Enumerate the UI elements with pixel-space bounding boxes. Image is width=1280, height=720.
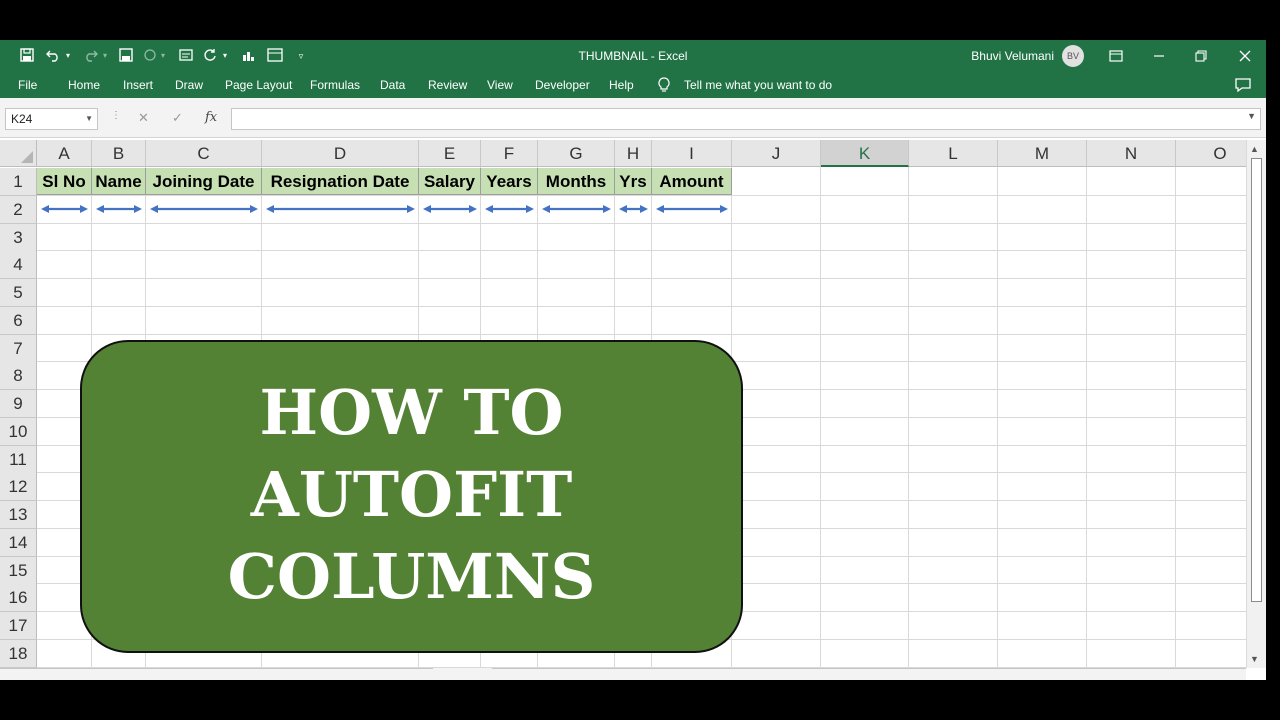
scroll-down-icon[interactable]: ▼ (1250, 654, 1259, 664)
horizontal-scrollbar[interactable] (492, 668, 1246, 674)
excel-window: ▾ ▾ ▾ ▾ ▿ THUMBNAIL - Excel Bhuvi Veluma… (0, 40, 1266, 680)
ribbon-tabs: File Home Insert Draw Page Layout Formul… (0, 72, 1266, 98)
row-header-5[interactable]: 5 (0, 279, 37, 307)
vertical-scrollbar[interactable]: ▲ ▼ (1246, 140, 1266, 668)
banner-line: COLUMNS (227, 540, 596, 613)
tab-draw[interactable]: Draw (175, 78, 203, 92)
tab-insert[interactable]: Insert (123, 78, 153, 92)
row-header-6[interactable]: 6 (0, 306, 37, 335)
double-arrow-icon (96, 205, 142, 213)
double-arrow-icon (485, 205, 534, 213)
double-arrow-icon (150, 205, 258, 213)
double-arrow-icon (656, 205, 728, 213)
formula-bar-grip-icon: ⋮ (111, 110, 121, 121)
banner-line: AUTOFIT (250, 458, 573, 531)
worksheet-grid[interactable]: ABCDEFGHIJKLMNO 1 2 3 4 5 6 7 8 9 10 11 12 13 14 15 16 1… (0, 140, 1246, 668)
comment-icon[interactable] (1234, 77, 1252, 93)
title-banner: HOW TO AUTOFIT COLUMNS (80, 340, 743, 653)
chevron-down-icon[interactable]: ▼ (85, 109, 93, 129)
tab-developer[interactable]: Developer (535, 78, 590, 92)
tab-file[interactable]: File (18, 78, 37, 92)
row-header-18[interactable]: 18 (0, 639, 37, 668)
double-arrow-icon (41, 205, 88, 213)
ribbon-display-options-icon[interactable] (1101, 44, 1131, 68)
insert-function-button[interactable]: fx (205, 110, 217, 125)
sheet-tabs-area[interactable] (0, 668, 433, 672)
row-header-11[interactable]: 11 (0, 445, 37, 474)
formula-input[interactable]: ▼ (231, 108, 1261, 130)
row-gridline (37, 278, 1246, 279)
row-gridline (37, 333, 1246, 335)
column-gridline (1086, 167, 1087, 668)
row-header-8[interactable]: 8 (0, 362, 37, 391)
column-gridline (820, 167, 821, 668)
banner-line: HOW TO (259, 376, 564, 449)
row-header-15[interactable]: 15 (0, 556, 37, 585)
name-box[interactable]: K24 ▼ (5, 108, 98, 130)
tab-formulas[interactable]: Formulas (310, 78, 360, 92)
row-header-10[interactable]: 10 (0, 417, 37, 446)
restore-icon[interactable] (1186, 44, 1216, 68)
row-header-16[interactable]: 16 (0, 584, 37, 613)
lightbulb-icon[interactable] (658, 77, 670, 93)
double-arrow-icon (619, 205, 648, 213)
scrollbar-thumb[interactable] (1251, 158, 1262, 602)
close-icon[interactable] (1230, 44, 1260, 68)
tab-view[interactable]: View (487, 78, 513, 92)
tab-page-layout[interactable]: Page Layout (225, 78, 292, 92)
double-arrow-icon (542, 205, 611, 213)
row-header-17[interactable]: 17 (0, 612, 37, 640)
minimize-icon[interactable] (1144, 44, 1174, 68)
expand-formula-icon[interactable]: ▼ (1247, 111, 1256, 121)
double-arrow-icon (266, 205, 415, 213)
scroll-up-icon[interactable]: ▲ (1250, 144, 1259, 154)
user-name[interactable]: Bhuvi Velumani (971, 48, 1054, 64)
name-box-value: K24 (11, 112, 33, 126)
row-header-13[interactable]: 13 (0, 501, 37, 529)
row-gridline (37, 305, 1246, 307)
row-header-12[interactable]: 12 (0, 473, 37, 502)
row-header-3[interactable]: 3 (0, 223, 37, 252)
tab-home[interactable]: Home (68, 78, 100, 92)
tab-review[interactable]: Review (428, 78, 467, 92)
row-gridline (37, 222, 1246, 224)
row-header-9[interactable]: 9 (0, 390, 37, 418)
cancel-icon[interactable]: ✕ (138, 110, 149, 126)
tab-help[interactable]: Help (609, 78, 634, 92)
double-arrow-icon (423, 205, 477, 213)
avatar[interactable]: BV (1062, 45, 1084, 67)
column-gridline (908, 167, 909, 668)
tab-data[interactable]: Data (380, 78, 405, 92)
formula-bar: K24 ▼ ⋮ ✕ ✓ fx ▼ (0, 98, 1266, 138)
row-gridline (37, 250, 1246, 252)
row-header-14[interactable]: 14 (0, 528, 37, 557)
column-gridline (997, 167, 998, 668)
autofit-arrows (41, 205, 728, 213)
row-header-4[interactable]: 4 (0, 251, 37, 280)
bottom-bar (0, 668, 1246, 680)
tell-me-search[interactable]: Tell me what you want to do (684, 78, 832, 92)
title-bar: ▾ ▾ ▾ ▾ ▿ THUMBNAIL - Excel Bhuvi Veluma… (0, 40, 1266, 72)
row-header-7[interactable]: 7 (0, 334, 37, 363)
column-gridline (1175, 167, 1176, 668)
enter-icon[interactable]: ✓ (172, 110, 183, 126)
